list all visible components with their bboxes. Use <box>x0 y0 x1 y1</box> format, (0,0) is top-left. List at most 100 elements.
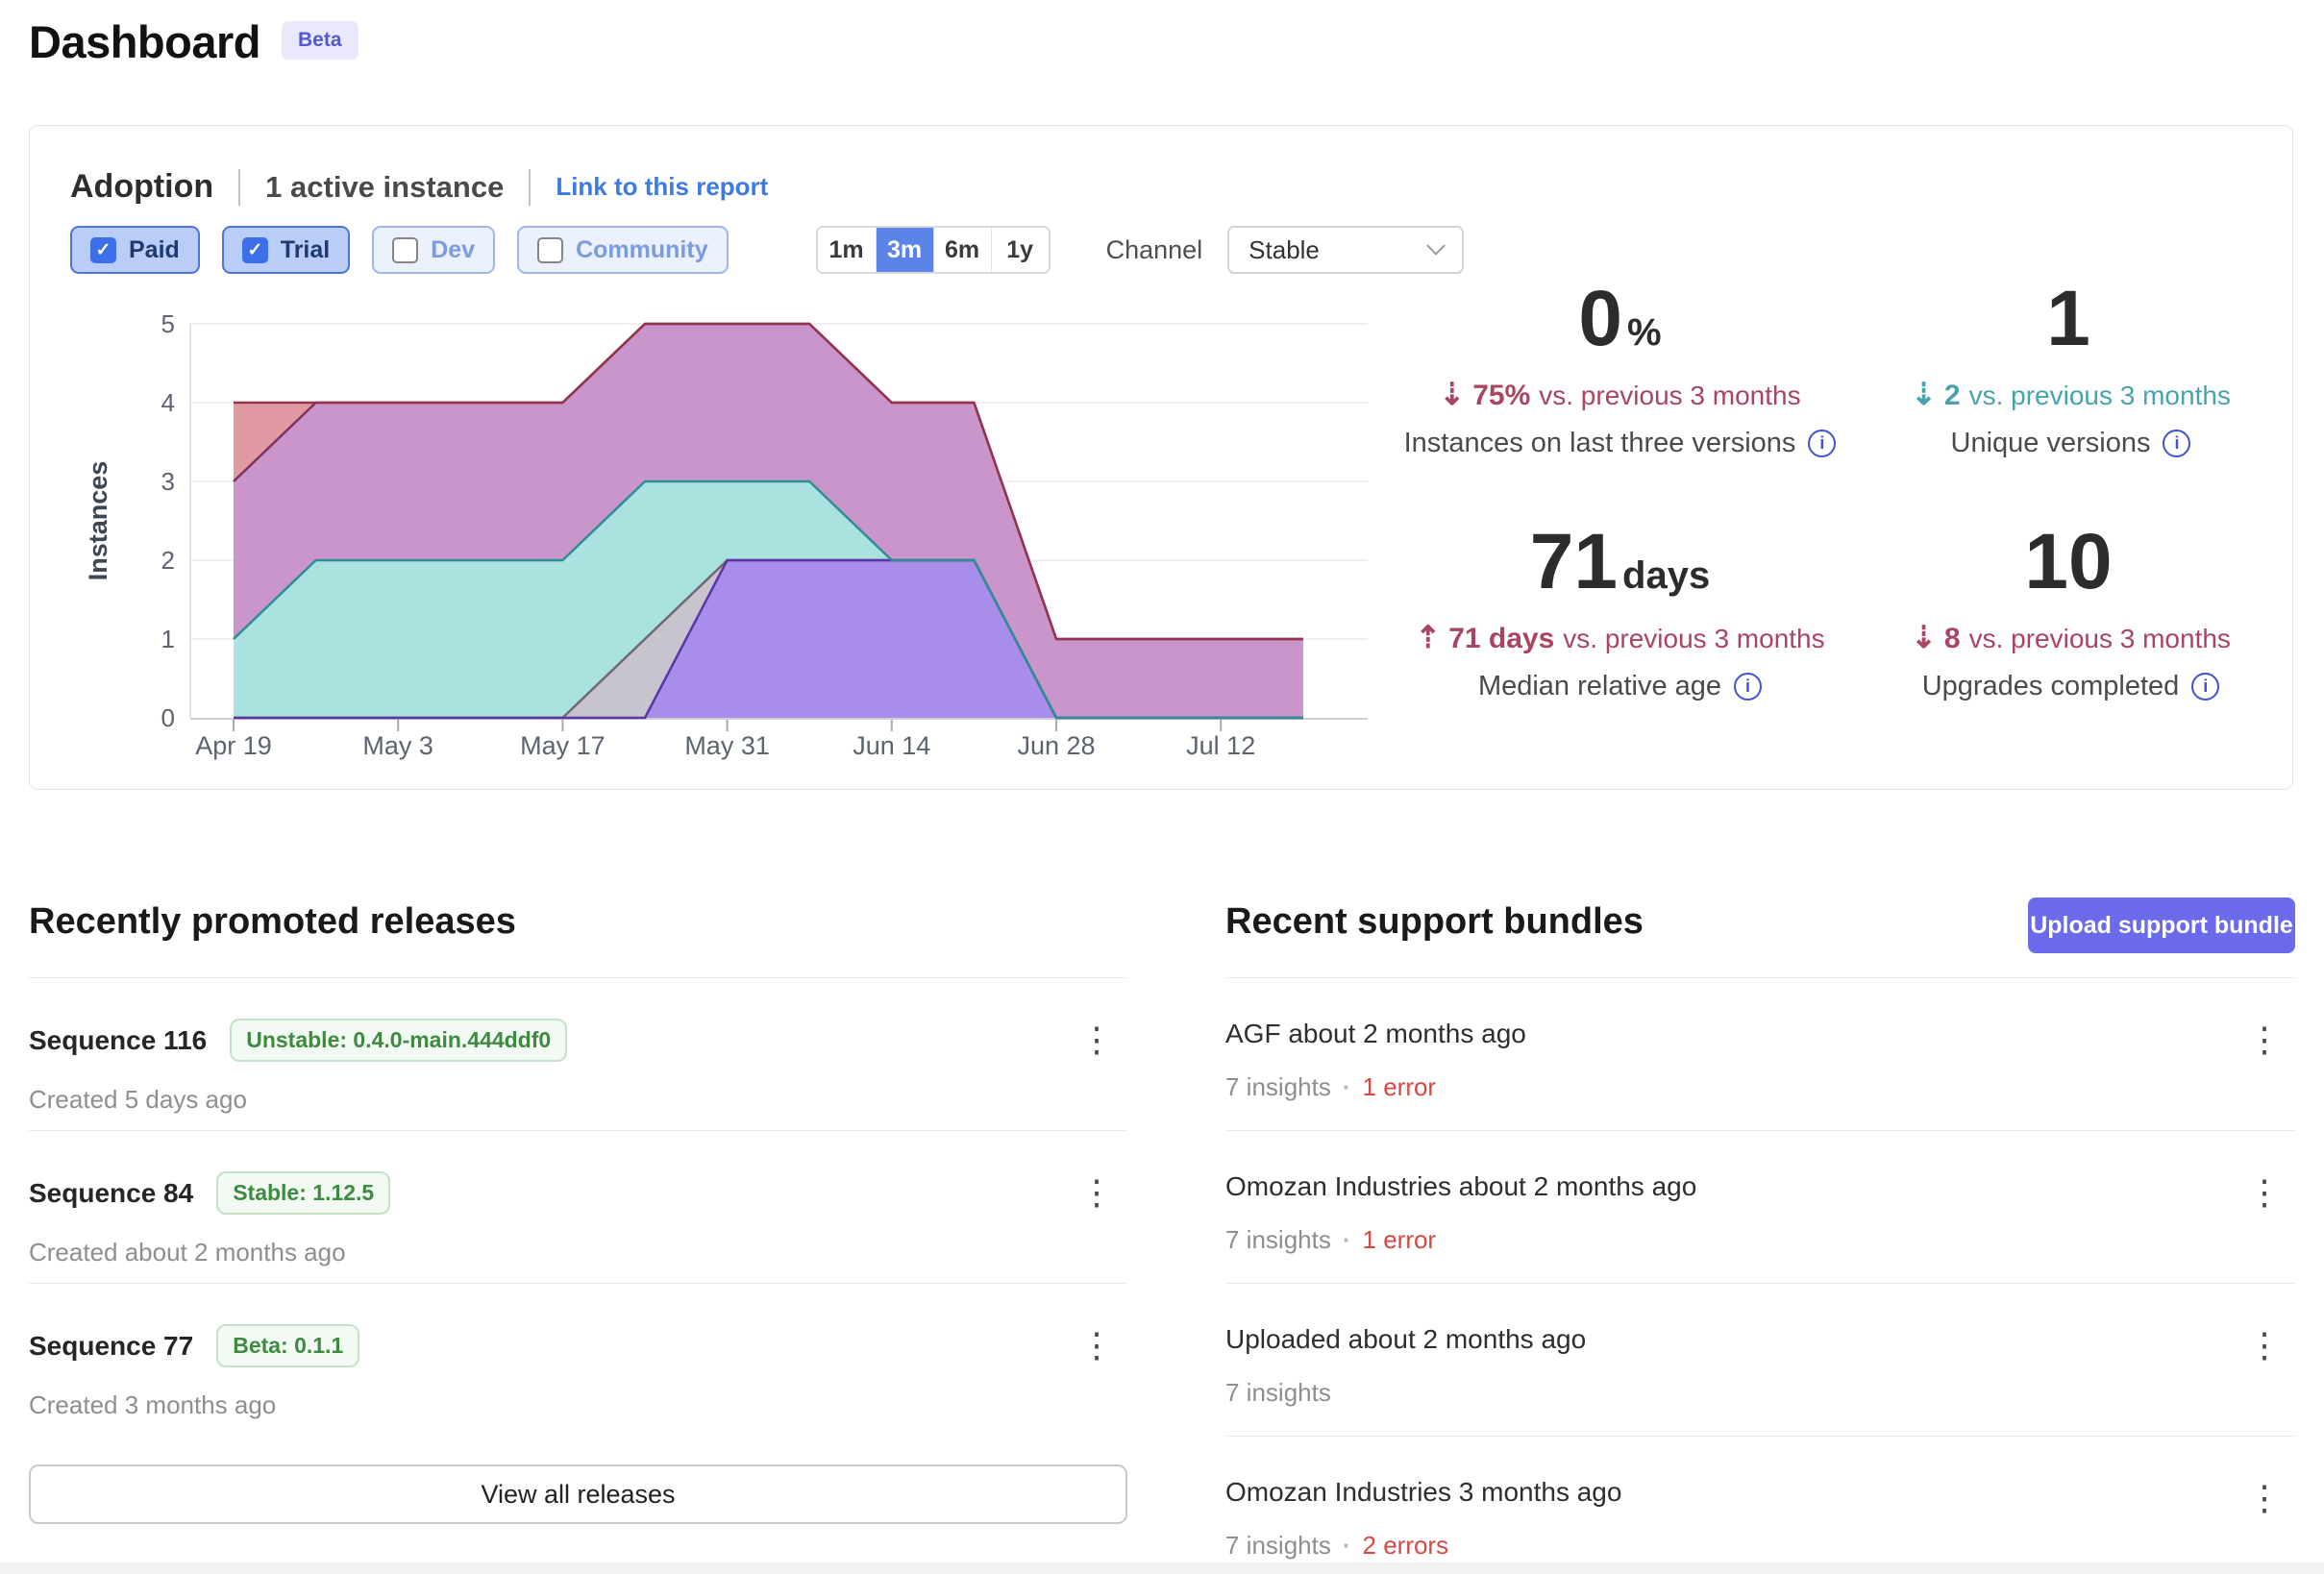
bundle-errors: 1 error <box>1363 1072 1437 1101</box>
svg-text:3: 3 <box>161 467 175 496</box>
delta-value: 2 <box>1944 380 1961 411</box>
page-title: Dashboard <box>29 15 260 68</box>
adoption-card: Adoption 1 active instance Link to this … <box>29 125 2293 790</box>
stat-label: Upgrades completed <box>1922 671 2180 702</box>
svg-text:Jul 12: Jul 12 <box>1186 731 1255 760</box>
range-1m-button[interactable]: 1m <box>818 228 876 272</box>
delta-value: 8 <box>1944 623 1961 654</box>
view-all-releases-button[interactable]: View all releases <box>29 1464 1127 1524</box>
svg-text:May 3: May 3 <box>362 731 433 760</box>
release-title: Sequence 84 <box>29 1178 193 1209</box>
chart-controls: ✓ Paid ✓ Trial Dev Community 1m 3m 6m 1y <box>70 226 1464 274</box>
release-version-badge: Unstable: 0.4.0-main.444ddf0 <box>230 1019 567 1062</box>
filter-label: Trial <box>281 236 330 264</box>
divider <box>529 169 531 206</box>
bundle-insights: 7 insights <box>1225 1072 1331 1101</box>
release-version-badge: Beta: 0.1.1 <box>216 1324 359 1367</box>
checkbox-icon: ✓ <box>242 237 268 263</box>
filter-label: Community <box>576 236 708 264</box>
filter-dev-checkbox[interactable]: Dev <box>372 226 495 274</box>
adoption-area-chart: Apr 19May 3May 17May 31Jun 14Jun 28Jul 1… <box>39 289 1385 770</box>
stat-label: Instances on last three versions <box>1404 428 1796 459</box>
svg-text:Instances: Instances <box>84 461 112 581</box>
stat-median-relative-age: 71days ⇡71 daysvs. previous 3 months Med… <box>1395 523 1845 702</box>
trend-down-icon: ⇣ <box>1911 620 1937 654</box>
info-icon[interactable]: i <box>2191 673 2219 701</box>
channel-selected-value: Stable <box>1249 235 1320 265</box>
info-icon[interactable]: i <box>1734 673 1762 701</box>
bundle-row[interactable]: Omozan Industries about 2 months ago 7 i… <box>1225 1130 2295 1283</box>
adoption-heading: Adoption <box>70 168 213 206</box>
stat-unit: % <box>1627 311 1662 354</box>
bundle-insights: 7 insights <box>1225 1378 1331 1407</box>
kebab-menu-icon[interactable]: ⋮ <box>2247 1328 2282 1363</box>
release-title: Sequence 77 <box>29 1331 193 1362</box>
bundle-title: Omozan Industries 3 months ago <box>1225 1477 2295 1508</box>
releases-heading: Recently promoted releases <box>29 901 516 943</box>
stat-label: Unique versions <box>1951 428 2151 459</box>
kebab-menu-icon[interactable]: ⋮ <box>2247 1175 2282 1210</box>
kebab-menu-icon[interactable]: ⋮ <box>1079 1328 1114 1363</box>
range-1y-button[interactable]: 1y <box>991 228 1049 272</box>
kebab-menu-icon[interactable]: ⋮ <box>1079 1175 1114 1210</box>
stat-instances-last-three-versions: 0% ⇣75%vs. previous 3 months Instances o… <box>1395 280 1845 459</box>
checkbox-icon: ✓ <box>90 237 116 263</box>
svg-text:Apr 19: Apr 19 <box>195 731 272 760</box>
kebab-menu-icon[interactable]: ⋮ <box>2247 1481 2282 1515</box>
link-to-report[interactable]: Link to this report <box>556 172 768 202</box>
delta-value: 75% <box>1472 380 1530 411</box>
svg-text:5: 5 <box>161 309 175 338</box>
delta-suffix: vs. previous 3 months <box>1969 624 2231 653</box>
release-created: Created 3 months ago <box>29 1390 1127 1420</box>
svg-text:2: 2 <box>161 546 175 575</box>
time-range-segmented-control: 1m 3m 6m 1y <box>816 226 1051 274</box>
releases-list: Sequence 116 Unstable: 0.4.0-main.444ddf… <box>29 977 1127 1524</box>
bundle-errors: 1 error <box>1363 1225 1437 1254</box>
upload-support-bundle-button[interactable]: Upload support bundle <box>2028 898 2295 953</box>
bundles-heading: Recent support bundles <box>1225 901 1644 943</box>
channel-label: Channel <box>1106 235 1203 265</box>
bundle-title: AGF about 2 months ago <box>1225 1019 2295 1049</box>
kebab-menu-icon[interactable]: ⋮ <box>2247 1022 2282 1057</box>
release-title: Sequence 116 <box>29 1025 207 1056</box>
dashboard-page: Dashboard Beta Adoption 1 active instanc… <box>0 0 2324 1574</box>
svg-text:Jun 14: Jun 14 <box>853 731 930 760</box>
beta-badge: Beta <box>282 21 358 60</box>
range-3m-button[interactable]: 3m <box>876 228 933 272</box>
adoption-card-header: Adoption 1 active instance Link to this … <box>70 168 768 206</box>
filter-label: Paid <box>129 236 180 264</box>
bundle-row[interactable]: Omozan Industries 3 months ago 7 insight… <box>1225 1436 2295 1574</box>
info-icon[interactable]: i <box>2163 430 2190 457</box>
trend-up-icon: ⇡ <box>1415 620 1441 654</box>
delta-suffix: vs. previous 3 months <box>1563 624 1824 653</box>
delta-suffix: vs. previous 3 months <box>1969 381 2231 410</box>
delta-suffix: vs. previous 3 months <box>1539 381 1800 410</box>
trend-down-icon: ⇣ <box>1439 377 1465 411</box>
svg-text:0: 0 <box>161 703 175 732</box>
kebab-menu-icon[interactable]: ⋮ <box>1079 1022 1114 1057</box>
chevron-down-icon <box>1426 236 1446 256</box>
svg-text:4: 4 <box>161 388 175 417</box>
stat-value: 71 <box>1530 518 1618 605</box>
page-header: Dashboard Beta <box>29 15 358 68</box>
release-row: Sequence 77 Beta: 0.1.1 Created 3 months… <box>29 1283 1127 1436</box>
support-bundles-list: AGF about 2 months ago 7 insights 1 error… <box>1225 977 2295 1574</box>
checkbox-icon <box>392 237 418 263</box>
bundle-title: Uploaded about 2 months ago <box>1225 1324 2295 1355</box>
bundle-row[interactable]: Uploaded about 2 months ago 7 insights ⋮ <box>1225 1283 2295 1436</box>
bundle-title: Omozan Industries about 2 months ago <box>1225 1171 2295 1202</box>
filter-trial-checkbox[interactable]: ✓ Trial <box>222 226 350 274</box>
svg-text:May 17: May 17 <box>520 731 606 760</box>
stat-unique-versions: 1 ⇣2vs. previous 3 months Unique version… <box>1845 280 2296 459</box>
stat-value: 10 <box>2024 518 2112 605</box>
range-6m-button[interactable]: 6m <box>933 228 991 272</box>
bundle-row[interactable]: AGF about 2 months ago 7 insights 1 error… <box>1225 977 2295 1130</box>
release-version-badge: Stable: 1.12.5 <box>216 1171 390 1215</box>
bottom-page-edge <box>0 1562 2324 1574</box>
info-icon[interactable]: i <box>1808 430 1836 457</box>
delta-value: 71 days <box>1448 623 1554 654</box>
channel-select[interactable]: Stable <box>1227 226 1464 274</box>
filter-paid-checkbox[interactable]: ✓ Paid <box>70 226 200 274</box>
filter-community-checkbox[interactable]: Community <box>517 226 729 274</box>
divider <box>238 169 240 206</box>
